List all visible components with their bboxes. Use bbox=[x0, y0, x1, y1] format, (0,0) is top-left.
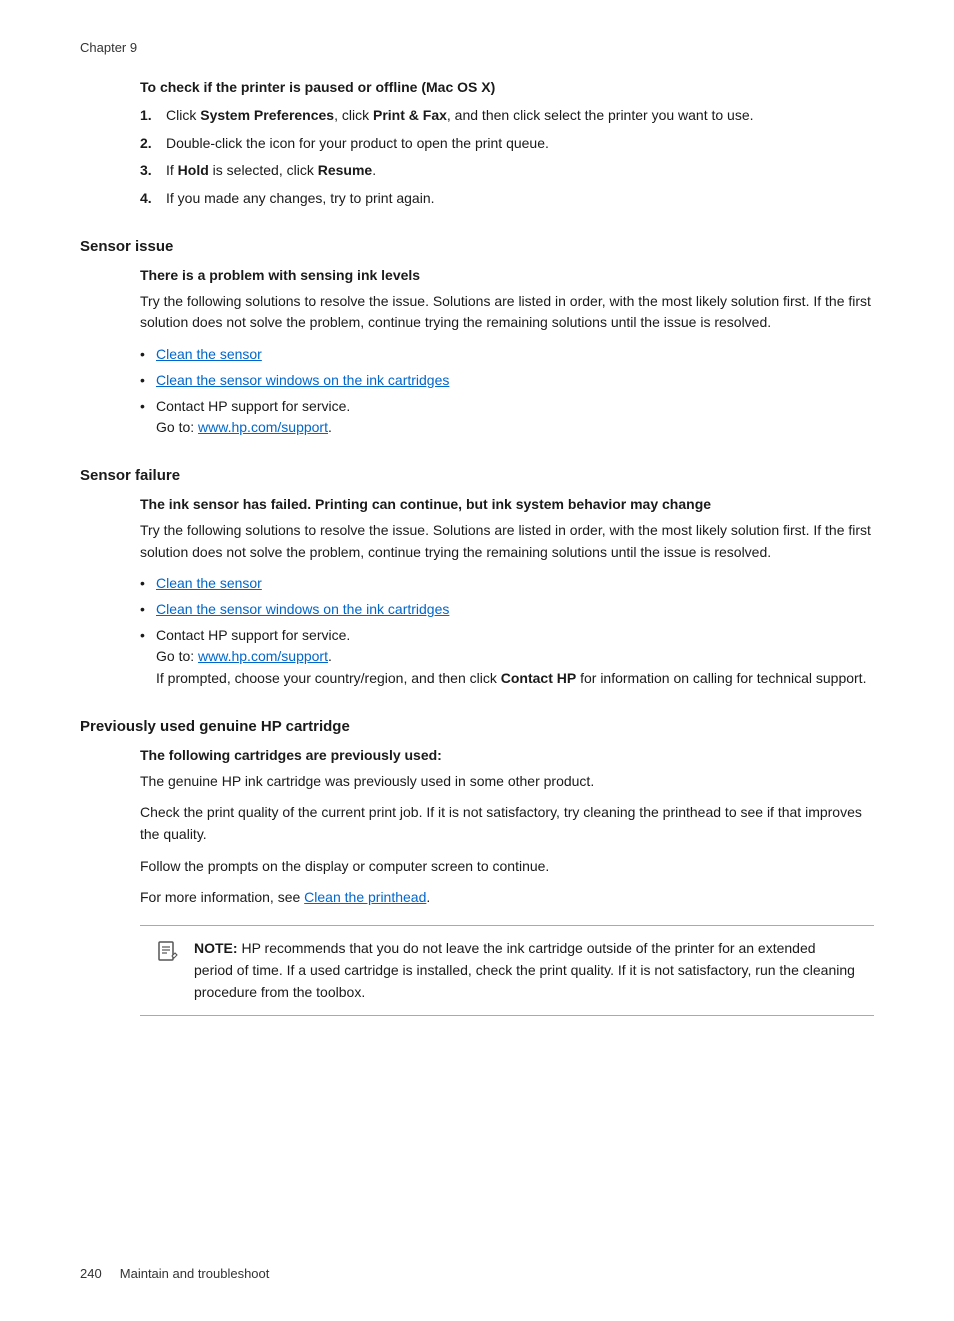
step-1: 1. Click System Preferences, click Print… bbox=[140, 105, 874, 127]
sensor-issue-body: Try the following solutions to resolve t… bbox=[140, 291, 874, 334]
note-content: NOTE: HP recommends that you do not leav… bbox=[194, 938, 858, 1003]
previously-used-subsection: The following cartridges are previously … bbox=[140, 747, 874, 1017]
prev-used-para-4-end: . bbox=[426, 889, 430, 905]
sensor-failure-bullet-1: Clean the sensor bbox=[140, 573, 874, 595]
note-box: NOTE: HP recommends that you do not leav… bbox=[140, 925, 874, 1016]
sensor-issue-goto: Go to: www.hp.com/support. bbox=[156, 419, 332, 435]
sensor-failure-extra: If prompted, choose your country/region,… bbox=[156, 670, 866, 686]
sensor-issue-bullet-2: Clean the sensor windows on the ink cart… bbox=[140, 370, 874, 392]
sensor-issue-bullets: Clean the sensor Clean the sensor window… bbox=[140, 344, 874, 439]
clean-sensor-link-2[interactable]: Clean the sensor bbox=[156, 575, 262, 591]
prev-used-para-4: For more information, see Clean the prin… bbox=[140, 887, 874, 909]
note-icon bbox=[156, 940, 184, 969]
hp-support-link-1[interactable]: www.hp.com/support bbox=[198, 419, 328, 435]
to-check-steps: 1. Click System Preferences, click Print… bbox=[140, 105, 874, 210]
footer-section-label: Maintain and troubleshoot bbox=[120, 1266, 270, 1281]
prev-used-para-2: Check the print quality of the current p… bbox=[140, 802, 874, 845]
clean-printhead-link[interactable]: Clean the printhead bbox=[304, 889, 426, 905]
sensor-failure-subsection: The ink sensor has failed. Printing can … bbox=[140, 496, 874, 690]
prev-used-para-3: Follow the prompts on the display or com… bbox=[140, 856, 874, 878]
step-num-3: 3. bbox=[140, 160, 158, 182]
steps-list: 1. Click System Preferences, click Print… bbox=[140, 105, 874, 210]
sensor-failure-goto: Go to: www.hp.com/support. bbox=[156, 648, 332, 664]
step-num-4: 4. bbox=[140, 188, 158, 210]
sensor-issue-subsection: There is a problem with sensing ink leve… bbox=[140, 267, 874, 439]
step-num-2: 2. bbox=[140, 133, 158, 155]
step-2: 2. Double-click the icon for your produc… bbox=[140, 133, 874, 155]
clean-sensor-windows-link-1[interactable]: Clean the sensor windows on the ink cart… bbox=[156, 372, 449, 388]
previously-used-section: Previously used genuine HP cartridge The… bbox=[80, 718, 874, 1017]
chapter-label: Chapter 9 bbox=[80, 40, 874, 55]
previously-used-subheading: The following cartridges are previously … bbox=[140, 747, 874, 763]
page-number: 240 bbox=[80, 1266, 102, 1281]
sensor-issue-bullet-1: Clean the sensor bbox=[140, 344, 874, 366]
clean-sensor-link-1[interactable]: Clean the sensor bbox=[156, 346, 262, 362]
hp-support-link-2[interactable]: www.hp.com/support bbox=[198, 648, 328, 664]
sensor-issue-section: Sensor issue There is a problem with sen… bbox=[80, 238, 874, 439]
sensor-failure-bullets: Clean the sensor Clean the sensor window… bbox=[140, 573, 874, 689]
previously-used-heading: Previously used genuine HP cartridge bbox=[80, 718, 874, 735]
step-2-text: Double-click the icon for your product t… bbox=[166, 133, 549, 155]
prev-used-para-4-text: For more information, see bbox=[140, 889, 304, 905]
sensor-issue-heading: Sensor issue bbox=[80, 238, 874, 255]
step-3-text: If Hold is selected, click Resume. bbox=[166, 160, 376, 182]
clean-sensor-windows-link-2[interactable]: Clean the sensor windows on the ink cart… bbox=[156, 601, 449, 617]
step-num-1: 1. bbox=[140, 105, 158, 127]
note-label: NOTE: bbox=[194, 940, 238, 956]
sensor-failure-heading: Sensor failure bbox=[80, 467, 874, 484]
step-3: 3. If Hold is selected, click Resume. bbox=[140, 160, 874, 182]
to-check-heading: To check if the printer is paused or off… bbox=[140, 79, 874, 95]
sensor-issue-subheading: There is a problem with sensing ink leve… bbox=[140, 267, 874, 283]
sensor-failure-body: Try the following solutions to resolve t… bbox=[140, 520, 874, 563]
step-4: 4. If you made any changes, try to print… bbox=[140, 188, 874, 210]
sensor-failure-bullet-3: Contact HP support for service. Go to: w… bbox=[140, 625, 874, 690]
sensor-failure-bullet-2: Clean the sensor windows on the ink cart… bbox=[140, 599, 874, 621]
step-1-text: Click System Preferences, click Print & … bbox=[166, 105, 754, 127]
note-document-icon bbox=[156, 940, 180, 964]
sensor-issue-bullet-3: Contact HP support for service. Go to: w… bbox=[140, 396, 874, 439]
step-4-text: If you made any changes, try to print ag… bbox=[166, 188, 435, 210]
sensor-failure-subheading: The ink sensor has failed. Printing can … bbox=[140, 496, 874, 512]
prev-used-para-1: The genuine HP ink cartridge was previou… bbox=[140, 771, 874, 793]
page-footer: 240 Maintain and troubleshoot bbox=[80, 1266, 269, 1281]
note-text: HP recommends that you do not leave the … bbox=[194, 940, 855, 999]
to-check-section: To check if the printer is paused or off… bbox=[80, 79, 874, 210]
sensor-failure-section: Sensor failure The ink sensor has failed… bbox=[80, 467, 874, 690]
